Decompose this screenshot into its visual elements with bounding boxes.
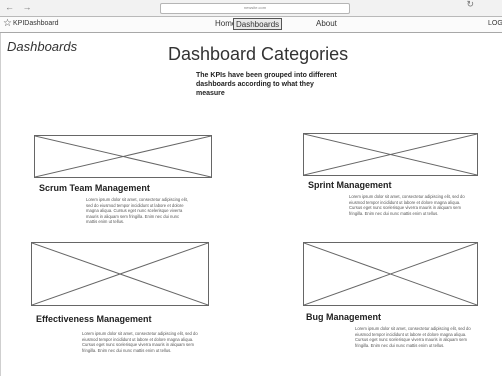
page-title: Dashboard Categories — [168, 44, 349, 64]
nav-link-dashboards[interactable]: Dashboards — [233, 18, 283, 30]
nav-link-about[interactable]: About — [314, 18, 339, 30]
section-title: Dashboards — [7, 39, 78, 54]
browser-toolbar: ← → newsite.com ↻ — [0, 0, 502, 17]
address-bar[interactable]: newsite.com — [160, 3, 350, 14]
effectiveness-card-description: Lorem ipsum dolor sit amet, consectetur … — [82, 331, 198, 353]
scrum-card-description: Lorem ipsum dolor sit amet, consectetur … — [86, 197, 188, 225]
image-placeholder-icon — [304, 134, 477, 175]
bug-card-title[interactable]: Bug Management — [306, 312, 381, 322]
reload-icon[interactable]: ↻ — [466, 0, 474, 10]
scrum-card-title[interactable]: Scrum Team Management — [39, 183, 150, 193]
app-navbar: ☆ KPIDashboard Home Dashboards About LOG… — [0, 17, 502, 33]
star-icon[interactable]: ☆ — [3, 18, 12, 29]
effectiveness-card-title[interactable]: Effectiveness Management — [36, 314, 152, 324]
bug-card-image-placeholder[interactable] — [303, 242, 478, 306]
sprint-card-description: Lorem ipsum dolor sit amet, consectetur … — [349, 194, 465, 216]
bug-card-description: Lorem ipsum dolor sit amet, consectetur … — [355, 326, 471, 348]
url-text: newsite.com — [243, 5, 267, 10]
scrum-card-image-placeholder[interactable] — [34, 135, 212, 178]
sprint-card-title[interactable]: Sprint Management — [308, 180, 392, 190]
nav-link-login[interactable]: LOGIN — [486, 18, 502, 30]
app-brand[interactable]: KPIDashboard — [13, 20, 59, 27]
sprint-card-image-placeholder[interactable] — [303, 133, 478, 176]
back-forward-arrows-icon[interactable]: ← → — [5, 2, 35, 12]
page-subtitle: The KPIs have been grouped into differen… — [196, 72, 337, 97]
image-placeholder-icon — [304, 243, 477, 305]
image-placeholder-icon — [35, 136, 211, 177]
image-placeholder-icon — [32, 243, 208, 305]
effectiveness-card-image-placeholder[interactable] — [31, 242, 209, 306]
